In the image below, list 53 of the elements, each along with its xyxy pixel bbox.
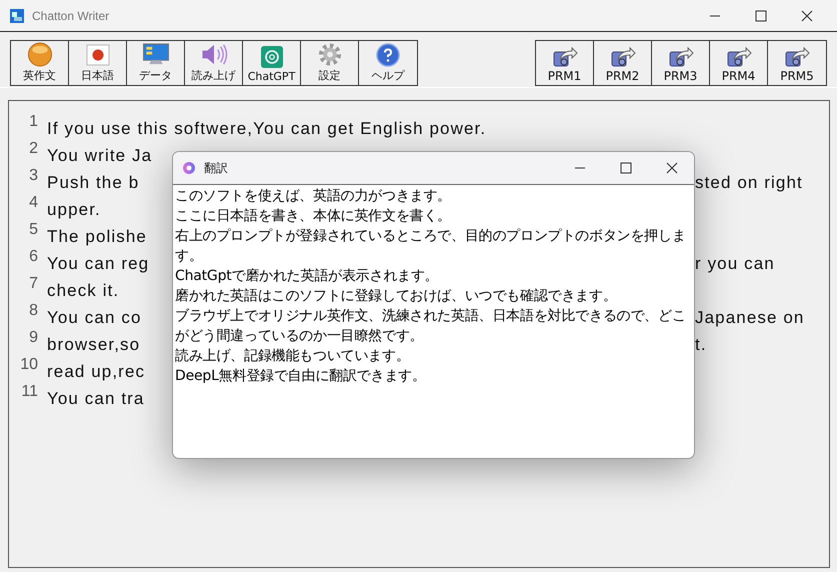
editor-text: check it. — [47, 280, 120, 300]
line-number: 6 — [28, 248, 39, 266]
translation-text: DeepL無料登録で自由に翻訳できます。 — [175, 367, 426, 386]
translation-text: ここに日本語を書き、本体に英作文を書く。 — [175, 207, 452, 226]
editor-text: r you can — [695, 254, 775, 274]
editor-text: You can reg — [47, 254, 150, 274]
window-title: Chatton Writer — [32, 8, 110, 22]
translation-text: ChatGptで磨かれた英語が表示されます。 — [175, 267, 439, 286]
app-icon — [182, 161, 196, 175]
prompt-icon — [784, 46, 810, 68]
monitor-icon — [140, 42, 170, 67]
editor-text: The polishe — [47, 226, 147, 246]
close-icon[interactable] — [666, 162, 678, 174]
editor-text: Push the b — [47, 172, 140, 192]
app-icon — [10, 8, 24, 22]
editor-text: You can co — [47, 308, 142, 328]
editor-text: sted on right — [695, 172, 803, 192]
line-number: 8 — [28, 302, 39, 320]
line-number: 10 — [19, 356, 39, 374]
prompt-icon — [726, 46, 752, 68]
editor-text: t. — [695, 334, 707, 354]
editor-text: read up,rec — [47, 362, 146, 382]
translation-text: ブラウザ上でオリジナル英作文、洗練された英語、日本語を対比できるので、どこがどう間違っているのか一目瞭然です。 — [175, 307, 687, 346]
editor-text: You write Ja — [47, 146, 152, 166]
prompt-icon — [552, 46, 578, 68]
maximize-icon[interactable] — [620, 162, 632, 174]
line-number: 7 — [28, 275, 39, 293]
line-number: 11 — [20, 383, 39, 401]
settings-icon — [316, 42, 342, 67]
line-number: 3 — [28, 167, 39, 185]
editor-text: You can tra — [47, 388, 144, 408]
line-number: 2 — [28, 140, 39, 158]
line-number: 9 — [28, 329, 39, 347]
help-icon — [376, 43, 400, 67]
translation-text: 読み上げ、記録機能もついています。 — [175, 347, 410, 366]
translation-text: このソフトを使えば、英語の力がつきます。 — [175, 187, 452, 206]
prompt-icon — [610, 46, 636, 68]
flag-icon — [86, 43, 110, 67]
line-number: 1 — [28, 113, 39, 131]
editor-text: upper. — [47, 200, 101, 220]
dialog-title: 翻訳 — [204, 160, 229, 176]
translation-text: 磨かれた英語はこのソフトに登録しておけば、いつでも確認できます。 — [175, 287, 617, 306]
chatgpt-icon — [260, 45, 284, 69]
editor-text: browser,so — [47, 334, 140, 354]
line-number: 4 — [28, 194, 39, 212]
maximize-icon[interactable] — [755, 10, 767, 22]
translation-text: 右上のプロンプトが登録されているところで、目的のプロンプトのボタンを押します。 — [175, 227, 687, 266]
prompt-icon — [668, 46, 694, 68]
close-icon[interactable] — [801, 10, 813, 22]
language-badge-icon — [26, 42, 52, 67]
line-number: 5 — [28, 221, 39, 239]
editor-text: If you use this softwere,You can get English power. — [47, 118, 486, 138]
editor-text: Japanese on — [695, 308, 804, 328]
